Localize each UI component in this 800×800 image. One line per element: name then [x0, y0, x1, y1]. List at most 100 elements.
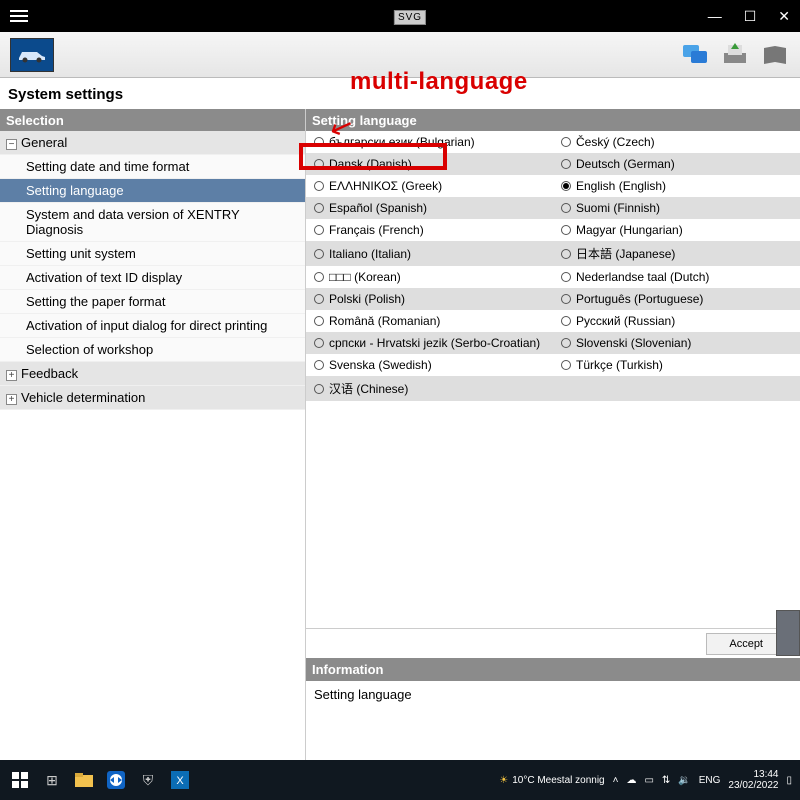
- teamviewer-icon[interactable]: [104, 768, 128, 792]
- language-label: Dansk (Danish): [329, 157, 412, 171]
- language-option[interactable]: Svenska (Swedish): [306, 354, 553, 376]
- radio-icon[interactable]: [314, 338, 324, 348]
- wifi-icon[interactable]: ⇅: [662, 775, 670, 786]
- accept-button[interactable]: Accept: [706, 633, 786, 655]
- tree-item[interactable]: Activation of text ID display: [0, 266, 305, 290]
- radio-icon[interactable]: [561, 159, 571, 169]
- radio-icon[interactable]: [314, 316, 324, 326]
- radio-icon[interactable]: [561, 137, 571, 147]
- tree-group-label: General: [21, 135, 67, 150]
- radio-icon[interactable]: [314, 249, 324, 259]
- app-toolbar: [0, 32, 800, 78]
- chat-icon[interactable]: [680, 41, 710, 69]
- cloud-icon[interactable]: ☁: [626, 775, 636, 786]
- explorer-icon[interactable]: [72, 768, 96, 792]
- language-option[interactable]: Português (Portuguese): [553, 288, 800, 310]
- language-option[interactable]: Polski (Polish): [306, 288, 553, 310]
- radio-icon[interactable]: [561, 294, 571, 304]
- language-label: Slovenski (Slovenian): [576, 336, 691, 350]
- language-option[interactable]: 日本語 (Japanese): [553, 241, 800, 266]
- menu-icon[interactable]: [10, 10, 28, 22]
- language-option[interactable]: српски - Hrvatski jezik (Serbo-Croatian): [306, 332, 553, 354]
- collapse-icon[interactable]: −: [6, 139, 17, 150]
- radio-icon[interactable]: [314, 360, 324, 370]
- tree-item[interactable]: Setting date and time format: [0, 155, 305, 179]
- sidebar-header: Selection: [0, 109, 305, 131]
- expand-icon[interactable]: +: [6, 394, 17, 405]
- language-option[interactable]: български език (Bulgarian): [306, 131, 553, 153]
- language-option[interactable]: Český (Czech): [553, 131, 800, 153]
- language-option[interactable]: Français (French): [306, 219, 553, 241]
- radio-icon[interactable]: [314, 225, 324, 235]
- sidebar: Selection −GeneralSetting date and time …: [0, 109, 306, 761]
- expand-icon[interactable]: +: [6, 370, 17, 381]
- language-option[interactable]: Nederlandse taal (Dutch): [553, 266, 800, 288]
- battery-icon[interactable]: ▭: [644, 775, 653, 786]
- radio-icon[interactable]: [561, 272, 571, 282]
- radio-icon[interactable]: [314, 181, 324, 191]
- maximize-icon[interactable]: ☐: [744, 8, 757, 25]
- tree-item[interactable]: Setting the paper format: [0, 290, 305, 314]
- notification-icon[interactable]: ▯: [786, 775, 792, 786]
- app-x-icon[interactable]: X: [168, 768, 192, 792]
- radio-icon[interactable]: [314, 294, 324, 304]
- tray-chevron-icon[interactable]: ˄: [613, 775, 619, 786]
- shield-icon[interactable]: ⛨: [136, 768, 160, 792]
- language-option[interactable]: Deutsch (German): [553, 153, 800, 175]
- radio-icon[interactable]: [314, 159, 324, 169]
- language-option[interactable]: Suomi (Finnish): [553, 197, 800, 219]
- tree-item[interactable]: Selection of workshop: [0, 338, 305, 362]
- language-label: Türkçe (Turkish): [576, 358, 663, 372]
- language-option[interactable]: □□□ (Korean): [306, 266, 553, 288]
- tree-item[interactable]: Activation of input dialog for direct pr…: [0, 314, 305, 338]
- language-option[interactable]: ΕΛΛΗΝΙΚΟΣ (Greek): [306, 175, 553, 197]
- language-option[interactable]: Română (Romanian): [306, 310, 553, 332]
- clock[interactable]: 13:44 23/02/2022: [728, 769, 778, 791]
- language-label: Nederlandse taal (Dutch): [576, 270, 709, 284]
- language-label: Português (Portuguese): [576, 292, 703, 306]
- radio-icon[interactable]: [561, 225, 571, 235]
- tree-item[interactable]: Setting language: [0, 179, 305, 203]
- language-option[interactable]: Magyar (Hungarian): [553, 219, 800, 241]
- radio-icon[interactable]: [561, 249, 571, 259]
- radio-icon[interactable]: [561, 181, 571, 191]
- tree-item[interactable]: Setting unit system: [0, 242, 305, 266]
- language-label: ΕΛΛΗΝΙΚΟΣ (Greek): [329, 179, 442, 193]
- radio-icon[interactable]: [314, 203, 324, 213]
- language-option[interactable]: Dansk (Danish): [306, 153, 553, 175]
- tree-group-label: Vehicle determination: [21, 390, 145, 405]
- radio-icon[interactable]: [561, 203, 571, 213]
- close-icon[interactable]: ✕: [778, 8, 790, 25]
- radio-icon[interactable]: [314, 137, 324, 147]
- radio-icon[interactable]: [561, 338, 571, 348]
- radio-icon[interactable]: [561, 316, 571, 326]
- language-option[interactable]: Español (Spanish): [306, 197, 553, 219]
- keyboard-lang[interactable]: ENG: [699, 775, 721, 786]
- radio-icon[interactable]: [561, 360, 571, 370]
- book-icon[interactable]: [760, 41, 790, 69]
- language-option[interactable]: English (English): [553, 175, 800, 197]
- language-option[interactable]: Slovenski (Slovenian): [553, 332, 800, 354]
- language-option[interactable]: 汉语 (Chinese): [306, 376, 553, 401]
- tree-item[interactable]: System and data version of XENTRY Diagno…: [0, 203, 305, 242]
- language-option[interactable]: Italiano (Italian): [306, 241, 553, 266]
- taskview-icon[interactable]: ⊞: [40, 768, 64, 792]
- language-label: Русский (Russian): [576, 314, 675, 328]
- side-tab[interactable]: [776, 610, 800, 656]
- vehicle-button[interactable]: [10, 38, 54, 72]
- language-label: български език (Bulgarian): [329, 135, 475, 149]
- tree-group[interactable]: +Feedback: [0, 362, 305, 386]
- print-icon[interactable]: [720, 41, 750, 69]
- windows-start-icon[interactable]: [8, 768, 32, 792]
- weather-widget[interactable]: ☀ 10°C Meestal zonnig: [499, 775, 604, 786]
- radio-icon[interactable]: [314, 384, 324, 394]
- language-option[interactable]: Türkçe (Turkish): [553, 354, 800, 376]
- language-list: български език (Bulgarian)Český (Czech)D…: [306, 131, 800, 628]
- language-option[interactable]: Русский (Russian): [553, 310, 800, 332]
- tree-group[interactable]: −General: [0, 131, 305, 155]
- volume-icon[interactable]: 🔉: [678, 775, 690, 786]
- window-titlebar: SVG — ☐ ✕: [0, 0, 800, 32]
- minimize-icon[interactable]: —: [708, 8, 722, 24]
- tree-group[interactable]: + Vehicle determination: [0, 386, 305, 410]
- radio-icon[interactable]: [314, 272, 324, 282]
